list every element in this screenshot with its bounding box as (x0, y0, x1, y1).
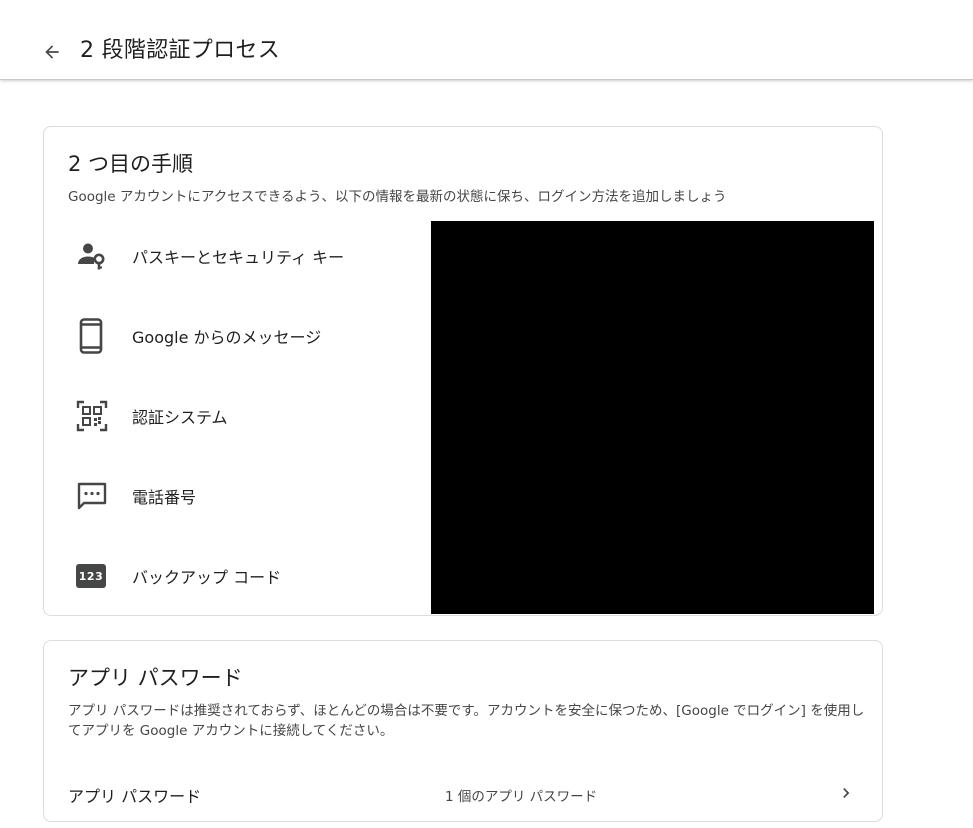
chevron-right-icon (836, 783, 856, 803)
method-label: バックアップ コード (132, 568, 282, 587)
method-label: 電話番号 (132, 488, 197, 507)
method-google-prompt[interactable]: Google からのメッセージ (68, 306, 428, 366)
backup-codes-icon: 123 (68, 556, 116, 596)
method-passkeys[interactable]: パスキーとセキュリティ キー (68, 226, 428, 286)
app-passwords-count: 1 個のアプリ パスワード (445, 789, 598, 805)
app-passwords-row-label: アプリ パスワード (68, 787, 202, 806)
sms-icon (68, 476, 116, 516)
top-app-bar: 2 段階認証プロセス (0, 0, 973, 80)
second-step-card: 2 つ目の手順 Google アカウントにアクセスできるよう、以下の情報を最新の… (43, 126, 883, 616)
method-label: パスキーとセキュリティ キー (132, 248, 345, 267)
app-passwords-description: アプリ パスワードは推奨されておらず、ほとんどの場合は不要です。アカウントを安全… (68, 703, 865, 739)
person-key-icon (68, 236, 116, 276)
method-authenticator[interactable]: 認証システム (68, 386, 428, 446)
app-passwords-card: アプリ パスワード アプリ パスワードは推奨されておらず、ほとんどの場合は不要で… (43, 640, 883, 822)
back-button[interactable] (36, 36, 68, 68)
method-backup-codes[interactable]: 123 バックアップ コード (68, 546, 428, 606)
method-phone-number[interactable]: 電話番号 (68, 466, 428, 526)
method-label: Google からのメッセージ (132, 328, 322, 347)
app-passwords-title: アプリ パスワード (68, 666, 243, 690)
illustration-panel (431, 221, 874, 614)
backup-codes-badge: 123 (76, 564, 106, 588)
arrow-back-icon (45, 45, 59, 59)
app-passwords-row[interactable]: アプリ パスワード 1 個のアプリ パスワード (44, 765, 882, 821)
phone-icon (68, 316, 116, 356)
second-step-description: Google アカウントにアクセスできるよう、以下の情報を最新の状態に保ち、ログ… (68, 189, 727, 205)
page-title: 2 段階認証プロセス (80, 38, 280, 63)
qr-code-icon (68, 396, 116, 436)
second-step-title: 2 つ目の手順 (68, 152, 194, 176)
method-label: 認証システム (132, 408, 228, 427)
